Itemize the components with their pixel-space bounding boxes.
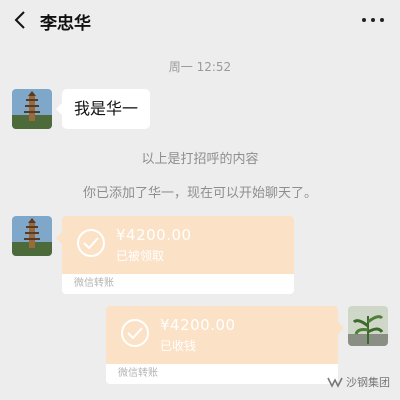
text-message-bubble[interactable]: 我是华一 (55, 89, 151, 129)
transfer-status: 已被领取 (116, 249, 165, 263)
transfer-footer: 微信转账 (106, 364, 338, 384)
watermark: 沙钢集团 (327, 374, 390, 390)
transfer-card-top: ¥4200.00 已收钱 (106, 306, 338, 364)
chevron-left-icon (14, 11, 25, 29)
back-button[interactable] (10, 10, 30, 30)
transfer-card[interactable]: ¥4200.00 已被领取 微信转账 (62, 216, 294, 294)
check-circle-icon (77, 229, 105, 257)
transfer-footer-label: 微信转账 (74, 278, 114, 289)
chat-title: 李忠华 (40, 14, 91, 34)
transfer-card[interactable]: ¥4200.00 已收钱 微信转账 (106, 306, 338, 384)
transfer-card-top: ¥4200.00 已被领取 (62, 216, 294, 274)
transfer-card-received-wrapper: ¥4200.00 已被领取 微信转账 (56, 216, 294, 294)
pagoda-avatar-image (12, 89, 52, 129)
pagoda-avatar-image (12, 216, 52, 256)
chat-header: 李忠华 (0, 0, 400, 40)
watermark-text: 沙钢集团 (346, 376, 390, 389)
my-avatar[interactable] (348, 306, 388, 346)
transfer-amount: ¥4200.00 (160, 316, 236, 334)
message-timestamp: 周一 12:52 (168, 60, 232, 74)
transfer-card-sent-wrapper: ¥4200.00 已收钱 微信转账 (106, 306, 344, 384)
wechat-channel-icon (327, 377, 343, 388)
system-message: 以上是打招呼的内容 (141, 152, 259, 167)
check-circle-icon (121, 319, 149, 347)
transfer-amount: ¥4200.00 (116, 226, 192, 244)
more-horizontal-icon (362, 18, 366, 22)
contact-avatar[interactable] (12, 216, 52, 256)
contact-avatar[interactable] (12, 89, 52, 129)
transfer-status: 已收钱 (160, 339, 197, 353)
transfer-footer-label: 微信转账 (118, 368, 158, 379)
plant-avatar-image (348, 306, 388, 346)
more-dot (380, 18, 384, 22)
transfer-footer: 微信转账 (62, 274, 294, 294)
more-button[interactable] (362, 12, 384, 28)
more-dot (371, 18, 375, 22)
system-message: 你已添加了华一，现在可以开始聊天了。 (82, 186, 317, 201)
